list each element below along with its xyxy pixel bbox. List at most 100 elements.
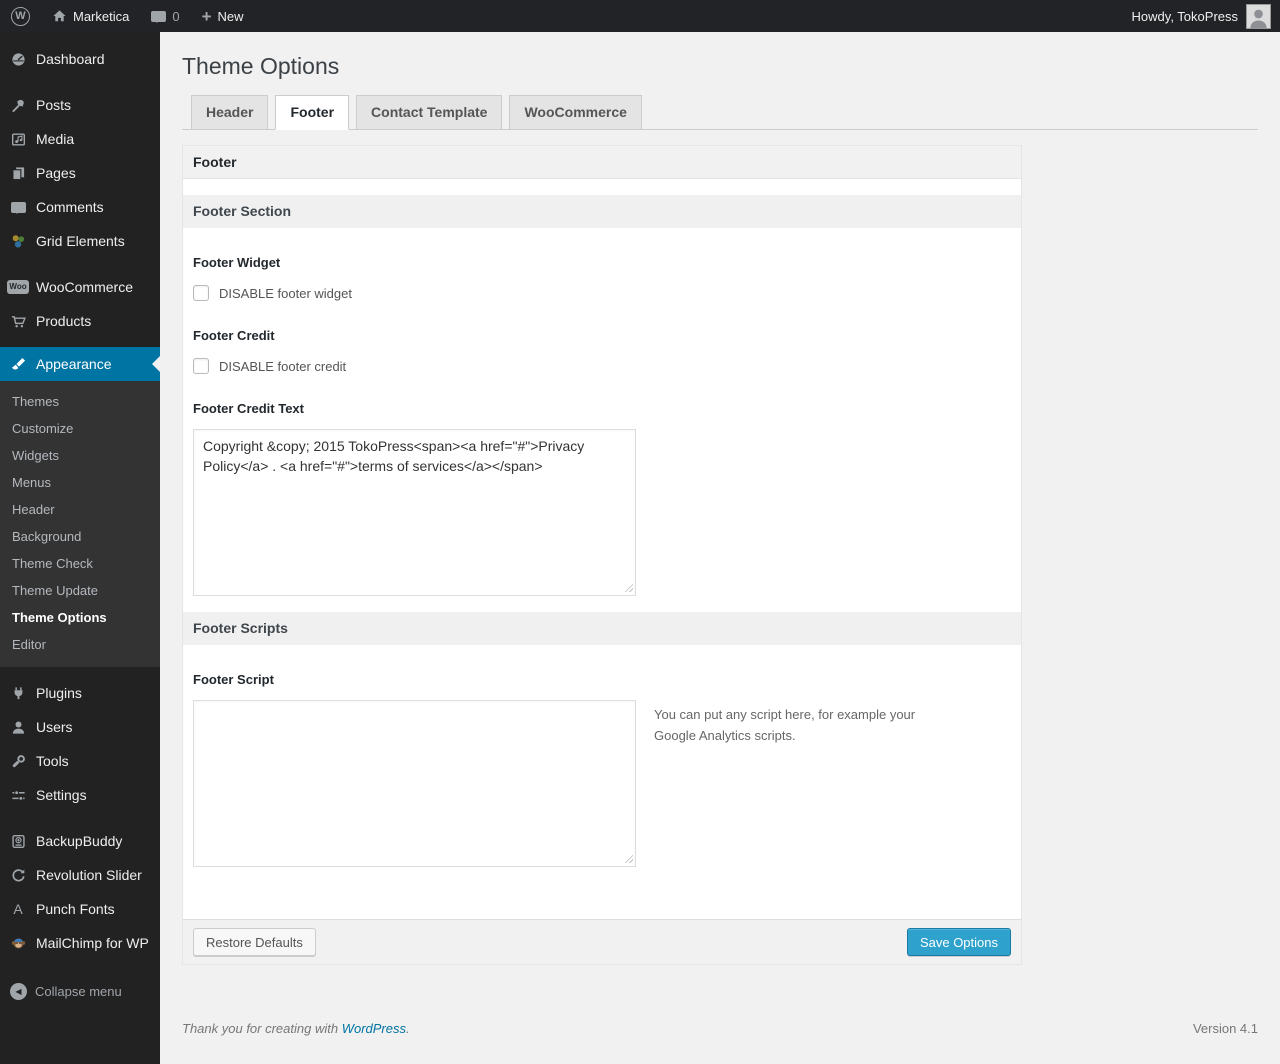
- tab-header[interactable]: Header: [191, 95, 269, 130]
- sidebar-item-label: WooCommerce: [36, 279, 133, 295]
- sidebar-item-label: Products: [36, 313, 92, 329]
- tab-contact-template[interactable]: Contact Template: [356, 95, 503, 130]
- footer-credit-text-input[interactable]: Copyright &copy; 2015 TokoPress<span><a …: [193, 429, 636, 596]
- sidebar-item-pages[interactable]: Pages: [0, 156, 160, 190]
- wordpress-link[interactable]: WordPress: [342, 1021, 406, 1036]
- sidebar-item-grid-elements[interactable]: Grid Elements: [0, 224, 160, 258]
- backup-drive-icon: [8, 834, 28, 849]
- sidebar-item-media[interactable]: Media: [0, 122, 160, 156]
- wordpress-logo-icon: W: [11, 6, 30, 26]
- refresh-icon: [8, 868, 28, 883]
- submenu-item-theme-check[interactable]: Theme Check: [0, 550, 160, 577]
- site-name-label: Marketica: [73, 8, 130, 24]
- footer-credit-label: Footer Credit: [193, 328, 275, 343]
- wrench-icon: [8, 754, 28, 769]
- sidebar-item-label: Media: [36, 131, 75, 147]
- save-options-button[interactable]: Save Options: [906, 928, 1011, 956]
- comments-menu[interactable]: 0: [140, 0, 190, 32]
- pages-icon: [8, 166, 28, 181]
- plus-icon: +: [201, 6, 212, 26]
- submenu-item-theme-options[interactable]: Theme Options: [0, 604, 160, 631]
- sidebar-item-backupbuddy[interactable]: BackupBuddy: [0, 824, 160, 858]
- avatar: [1246, 3, 1271, 29]
- sidebar-item-label: Dashboard: [36, 51, 105, 67]
- submenu-item-widgets[interactable]: Widgets: [0, 442, 160, 469]
- sidebar-item-posts[interactable]: Posts: [0, 88, 160, 122]
- sidebar-item-label: Plugins: [36, 685, 82, 701]
- sidebar-item-label: BackupBuddy: [36, 833, 123, 849]
- sidebar-item-woocommerce[interactable]: Woo WooCommerce: [0, 270, 160, 304]
- collapse-menu-label: Collapse menu: [35, 983, 122, 999]
- sidebar-item-label: Settings: [36, 787, 87, 803]
- tab-woocommerce[interactable]: WooCommerce: [509, 95, 642, 130]
- submenu-item-theme-update[interactable]: Theme Update: [0, 577, 160, 604]
- comment-bubble-icon: [151, 10, 167, 23]
- submenu-item-background[interactable]: Background: [0, 523, 160, 550]
- sidebar-item-plugins[interactable]: Plugins: [0, 676, 160, 710]
- pushpin-icon: [8, 98, 28, 113]
- page-footer: Thank you for creating with WordPress. V…: [182, 1021, 1258, 1036]
- footer-credit-checkbox-label: DISABLE footer credit: [219, 358, 347, 374]
- sidebar-item-products[interactable]: Products: [0, 304, 160, 338]
- sidebar-item-label: Comments: [36, 199, 104, 215]
- footer-thanks-text: Thank you for creating with WordPress.: [182, 1021, 410, 1036]
- sidebar-item-appearance[interactable]: Appearance: [0, 347, 160, 381]
- restore-defaults-button[interactable]: Restore Defaults: [193, 928, 316, 956]
- user-icon: [8, 720, 28, 735]
- new-content-menu[interactable]: + New: [191, 0, 255, 32]
- comment-count: 0: [172, 8, 180, 24]
- sidebar-item-label: Posts: [36, 97, 72, 113]
- footer-widget-checkbox[interactable]: [193, 285, 209, 301]
- panel-action-bar: Restore Defaults Save Options: [183, 919, 1021, 964]
- plug-icon: [8, 686, 28, 701]
- submenu-item-menus[interactable]: Menus: [0, 469, 160, 496]
- submenu-item-themes[interactable]: Themes: [0, 388, 160, 415]
- site-name-menu[interactable]: Marketica: [41, 0, 140, 32]
- sidebar-item-punch-fonts[interactable]: A Punch Fonts: [0, 892, 160, 926]
- howdy-text: Howdy, TokoPress: [1131, 8, 1238, 24]
- sidebar-item-label: Pages: [36, 165, 76, 181]
- collapse-arrow-icon: ◀: [10, 982, 27, 1000]
- sidebar-item-comments[interactable]: Comments: [0, 190, 160, 224]
- woocommerce-icon: Woo: [7, 280, 29, 294]
- sidebar-item-label: Grid Elements: [36, 233, 125, 249]
- main-content: Theme Options Header Footer Contact Temp…: [160, 32, 1280, 1064]
- sidebar-item-dashboard[interactable]: Dashboard: [0, 42, 160, 76]
- wp-logo-menu[interactable]: W: [0, 0, 41, 32]
- sidebar-item-tools[interactable]: Tools: [0, 744, 160, 778]
- submenu-item-editor[interactable]: Editor: [0, 631, 160, 658]
- cart-icon: [8, 314, 28, 329]
- comment-bubble-icon: [8, 201, 28, 214]
- theme-options-tabs: Header Footer Contact Template WooCommer…: [182, 95, 1258, 130]
- footer-widget-checkbox-label: DISABLE footer widget: [219, 285, 352, 301]
- footer-credit-checkbox[interactable]: [193, 358, 209, 374]
- sidebar-item-settings[interactable]: Settings: [0, 778, 160, 812]
- footer-scripts-header: Footer Scripts: [183, 612, 1021, 645]
- sidebar-item-mailchimp[interactable]: MailChimp for WP: [0, 926, 160, 960]
- panel-header-gap: [183, 179, 1021, 195]
- brush-icon: [8, 357, 28, 372]
- grid-elements-icon: [8, 234, 28, 249]
- footer-widget-label: Footer Widget: [193, 255, 281, 270]
- collapse-menu-button[interactable]: ◀ Collapse menu: [0, 974, 160, 1008]
- footer-script-label: Footer Script: [193, 672, 274, 687]
- account-menu[interactable]: Howdy, TokoPress: [1131, 3, 1280, 29]
- footer-section-body: Footer Widget DISABLE footer widget Foot…: [183, 228, 1021, 612]
- admin-sidebar: Dashboard Posts Media Pages Comments Gri…: [0, 32, 160, 1064]
- monkey-icon: [8, 936, 28, 951]
- footer-script-input[interactable]: [193, 700, 636, 867]
- sidebar-item-label: Punch Fonts: [36, 901, 115, 917]
- tab-footer[interactable]: Footer: [275, 95, 350, 130]
- footer-credit-text-label: Footer Credit Text: [193, 401, 304, 416]
- footer-options-panel: Footer Footer Section Footer Widget DISA…: [182, 145, 1022, 965]
- sidebar-item-label: Tools: [36, 753, 69, 769]
- sidebar-item-label: MailChimp for WP: [36, 935, 149, 951]
- sidebar-item-users[interactable]: Users: [0, 710, 160, 744]
- submenu-item-header[interactable]: Header: [0, 496, 160, 523]
- panel-header: Footer: [183, 146, 1021, 179]
- sidebar-item-label: Appearance: [36, 356, 112, 372]
- submenu-item-customize[interactable]: Customize: [0, 415, 160, 442]
- page-title: Theme Options: [182, 53, 340, 79]
- appearance-submenu: Themes Customize Widgets Menus Header Ba…: [0, 381, 160, 667]
- sidebar-item-revolution-slider[interactable]: Revolution Slider: [0, 858, 160, 892]
